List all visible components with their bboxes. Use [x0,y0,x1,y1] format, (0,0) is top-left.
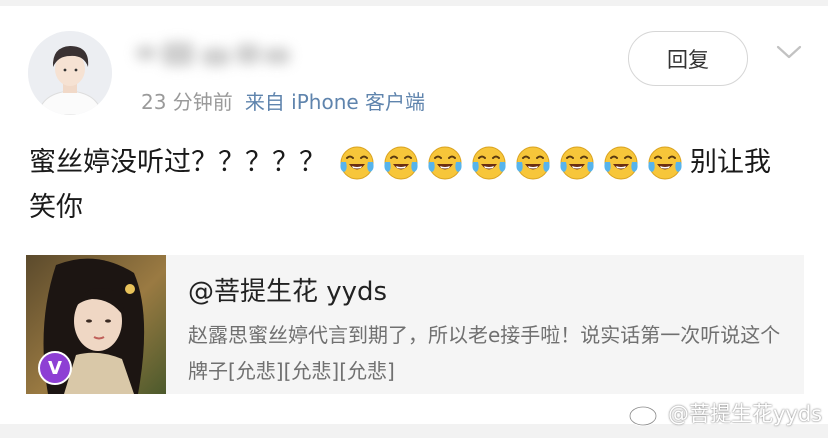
laughing-crying-icon [602,144,640,182]
laughing-crying-icon [646,144,684,182]
emoji-row [338,144,690,182]
top-divider [0,0,828,6]
weibo-logo-icon [628,401,662,427]
quoted-post-card[interactable]: V @菩提生花 yyds 赵露思蜜丝婷代言到期了，所以老e接手啦！说实话第一次听… [26,255,804,394]
comment-source[interactable]: 来自 iPhone 客户端 [245,90,425,114]
chevron-down-icon[interactable] [775,40,803,64]
watermark: @菩提生花yyds [628,398,822,428]
comment-text-line1: 蜜丝婷没听过？？？？？ [29,147,326,178]
comment-text: 蜜丝婷没听过？？？？？ 别让我 笑你 [29,140,819,230]
quoted-post-thumbnail[interactable]: V [26,255,166,394]
comment-text-line2: 笑你 [29,192,83,223]
comment-meta: 23 分钟前 来自 iPhone 客户端 [141,86,425,115]
laughing-crying-icon [338,144,376,182]
laughing-crying-icon [382,144,420,182]
laughing-crying-icon [470,144,508,182]
verified-badge-icon: V [38,351,72,385]
laughing-crying-icon [514,144,552,182]
quoted-post-text: 赵露思蜜丝婷代言到期了，所以老e接手啦！说实话第一次听说这个牌子[允悲][允悲]… [188,323,781,383]
comment-text-after-emojis: 别让我 [690,147,771,178]
comment-time: 23 分钟前 [141,90,233,114]
avatar[interactable] [28,31,112,115]
laughing-crying-icon [426,144,464,182]
laughing-crying-icon [558,144,596,182]
username-blurred[interactable] [132,38,296,72]
avatar-portrait-icon [28,31,112,115]
watermark-text: @菩提生花yyds [668,402,823,426]
quoted-post-title[interactable]: @菩提生花 yyds [188,271,387,308]
reply-button[interactable]: 回复 [628,31,748,86]
